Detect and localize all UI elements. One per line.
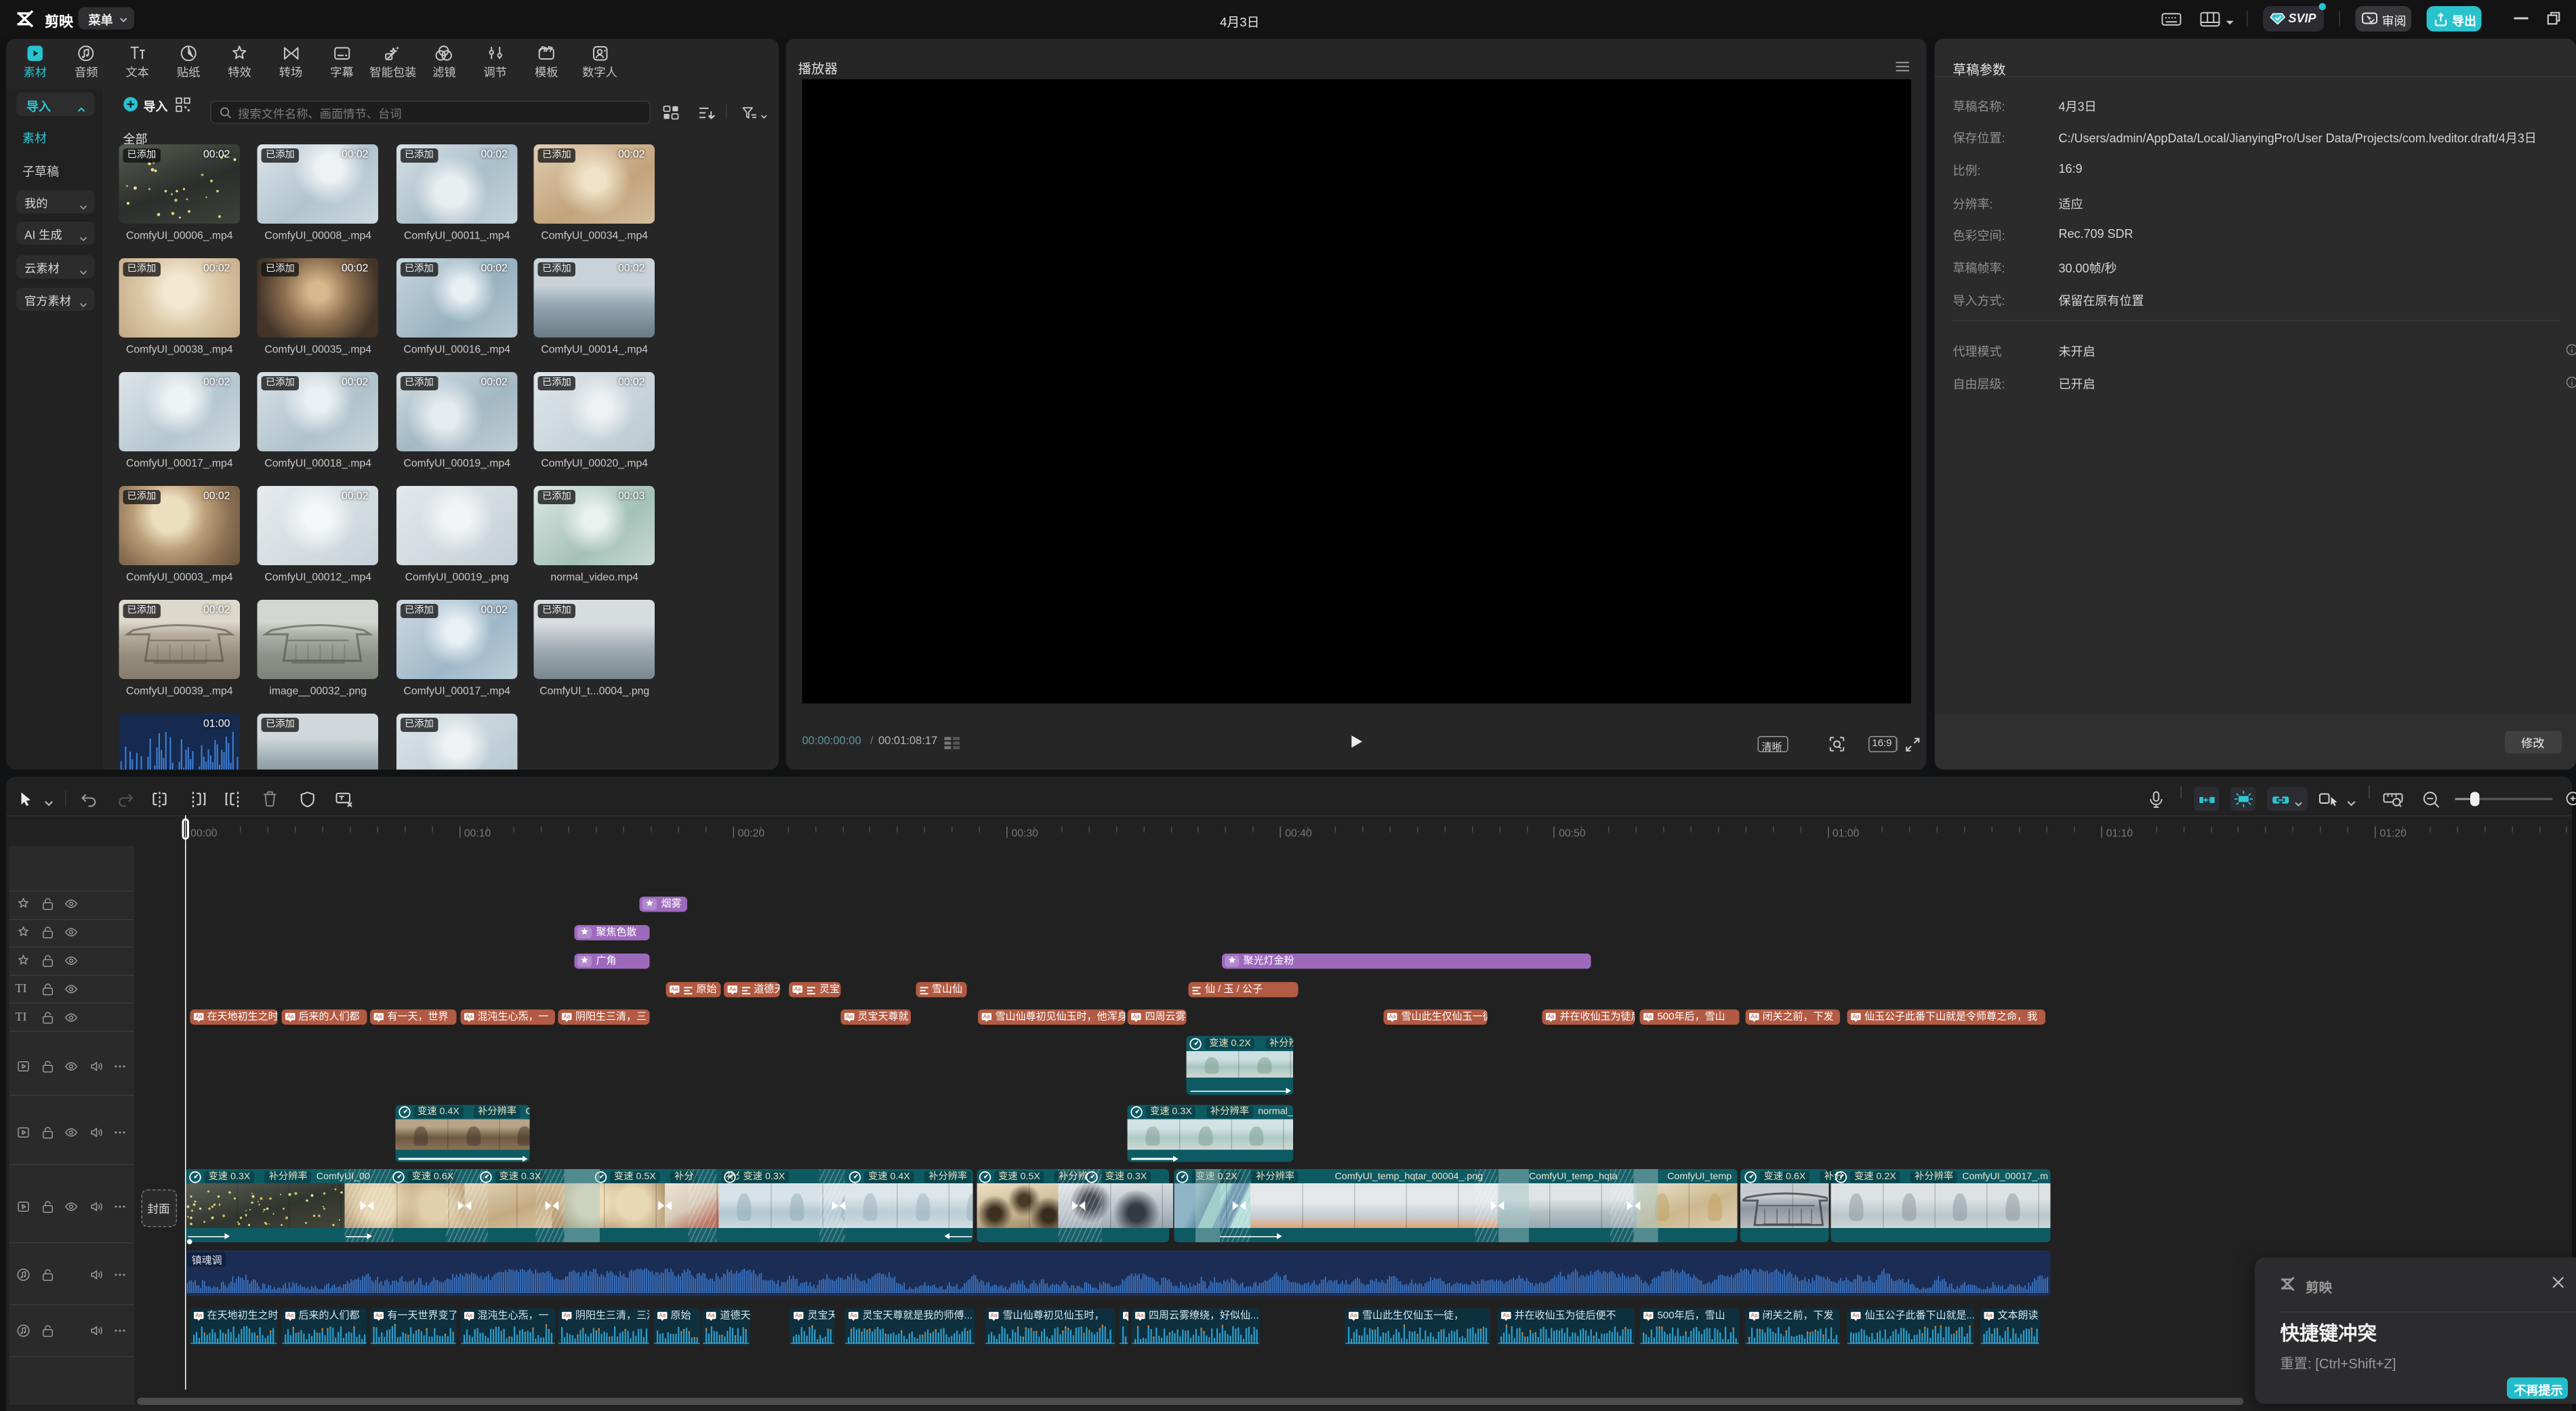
svg-text:Aa: Aa bbox=[659, 1313, 666, 1319]
svg-text:Aa: Aa bbox=[1137, 1313, 1144, 1319]
svg-text:Aa: Aa bbox=[1751, 1313, 1758, 1319]
svg-text:Aa: Aa bbox=[1133, 1014, 1141, 1020]
svg-text:Aa: Aa bbox=[287, 1014, 294, 1020]
svg-text:Aa: Aa bbox=[375, 1313, 383, 1319]
svg-text:Aa: Aa bbox=[563, 1014, 571, 1020]
svg-text:Aa: Aa bbox=[563, 1313, 571, 1319]
svg-text:Aa: Aa bbox=[375, 1014, 383, 1020]
svg-text:Aa: Aa bbox=[991, 1313, 998, 1319]
svg-text:Aa: Aa bbox=[983, 1014, 991, 1020]
svg-text:Aa: Aa bbox=[195, 1014, 203, 1020]
svg-text:Aa: Aa bbox=[1986, 1313, 1993, 1319]
svg-text:Aa: Aa bbox=[794, 986, 802, 992]
svg-text:Aa: Aa bbox=[195, 1313, 203, 1319]
svg-text:Aa: Aa bbox=[729, 986, 736, 992]
svg-text:Aa: Aa bbox=[1645, 1014, 1653, 1020]
svg-text:Aa: Aa bbox=[1852, 1014, 1860, 1020]
svg-text:Aa: Aa bbox=[671, 986, 678, 992]
svg-text:Aa: Aa bbox=[1548, 1014, 1555, 1020]
svg-text:Aa: Aa bbox=[708, 1313, 716, 1319]
svg-text:Aa: Aa bbox=[287, 1313, 294, 1319]
svg-text:Aa: Aa bbox=[1853, 1313, 1860, 1319]
svg-text:Aa: Aa bbox=[466, 1313, 473, 1319]
svg-text:Aa: Aa bbox=[1645, 1313, 1653, 1319]
svg-text:Aa: Aa bbox=[1124, 1313, 1128, 1319]
svg-text:Aa: Aa bbox=[1350, 1313, 1357, 1319]
svg-text:Aa: Aa bbox=[796, 1313, 803, 1319]
svg-text:Aa: Aa bbox=[466, 1014, 473, 1020]
svg-text:Aa: Aa bbox=[1502, 1313, 1510, 1319]
svg-text:Aa: Aa bbox=[1389, 1014, 1397, 1020]
svg-text:Aa: Aa bbox=[846, 1014, 853, 1020]
svg-text:Aa: Aa bbox=[1751, 1014, 1758, 1020]
svg-text:Aa: Aa bbox=[851, 1313, 858, 1319]
